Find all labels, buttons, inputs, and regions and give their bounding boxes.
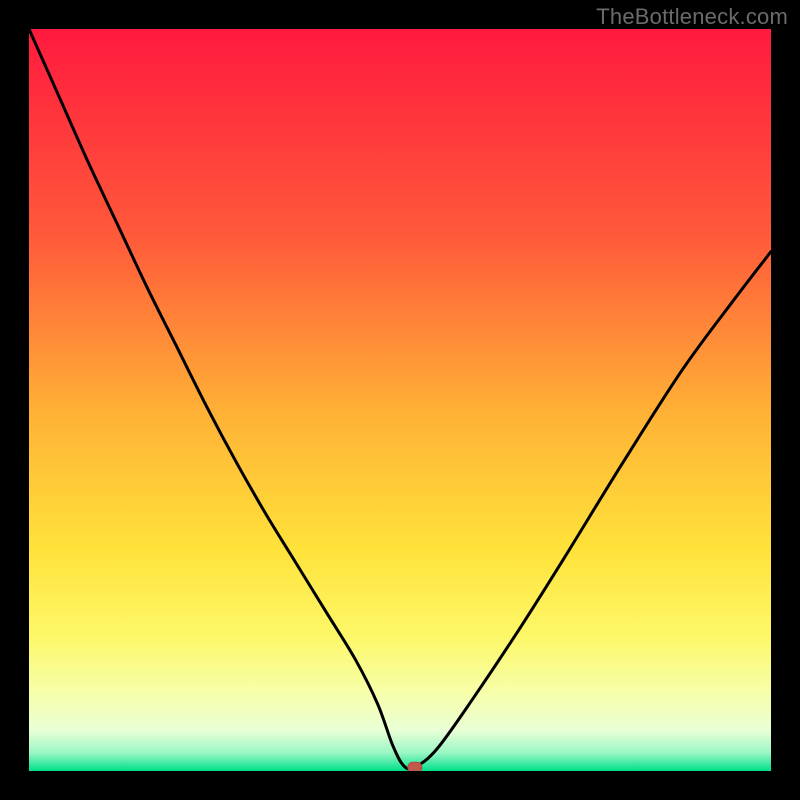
bottleneck-chart — [29, 29, 771, 771]
chart-frame: TheBottleneck.com — [0, 0, 800, 800]
watermark-text: TheBottleneck.com — [596, 4, 788, 30]
gradient-background — [29, 29, 771, 771]
plot-area — [29, 29, 771, 771]
optimal-point-marker — [408, 762, 422, 771]
